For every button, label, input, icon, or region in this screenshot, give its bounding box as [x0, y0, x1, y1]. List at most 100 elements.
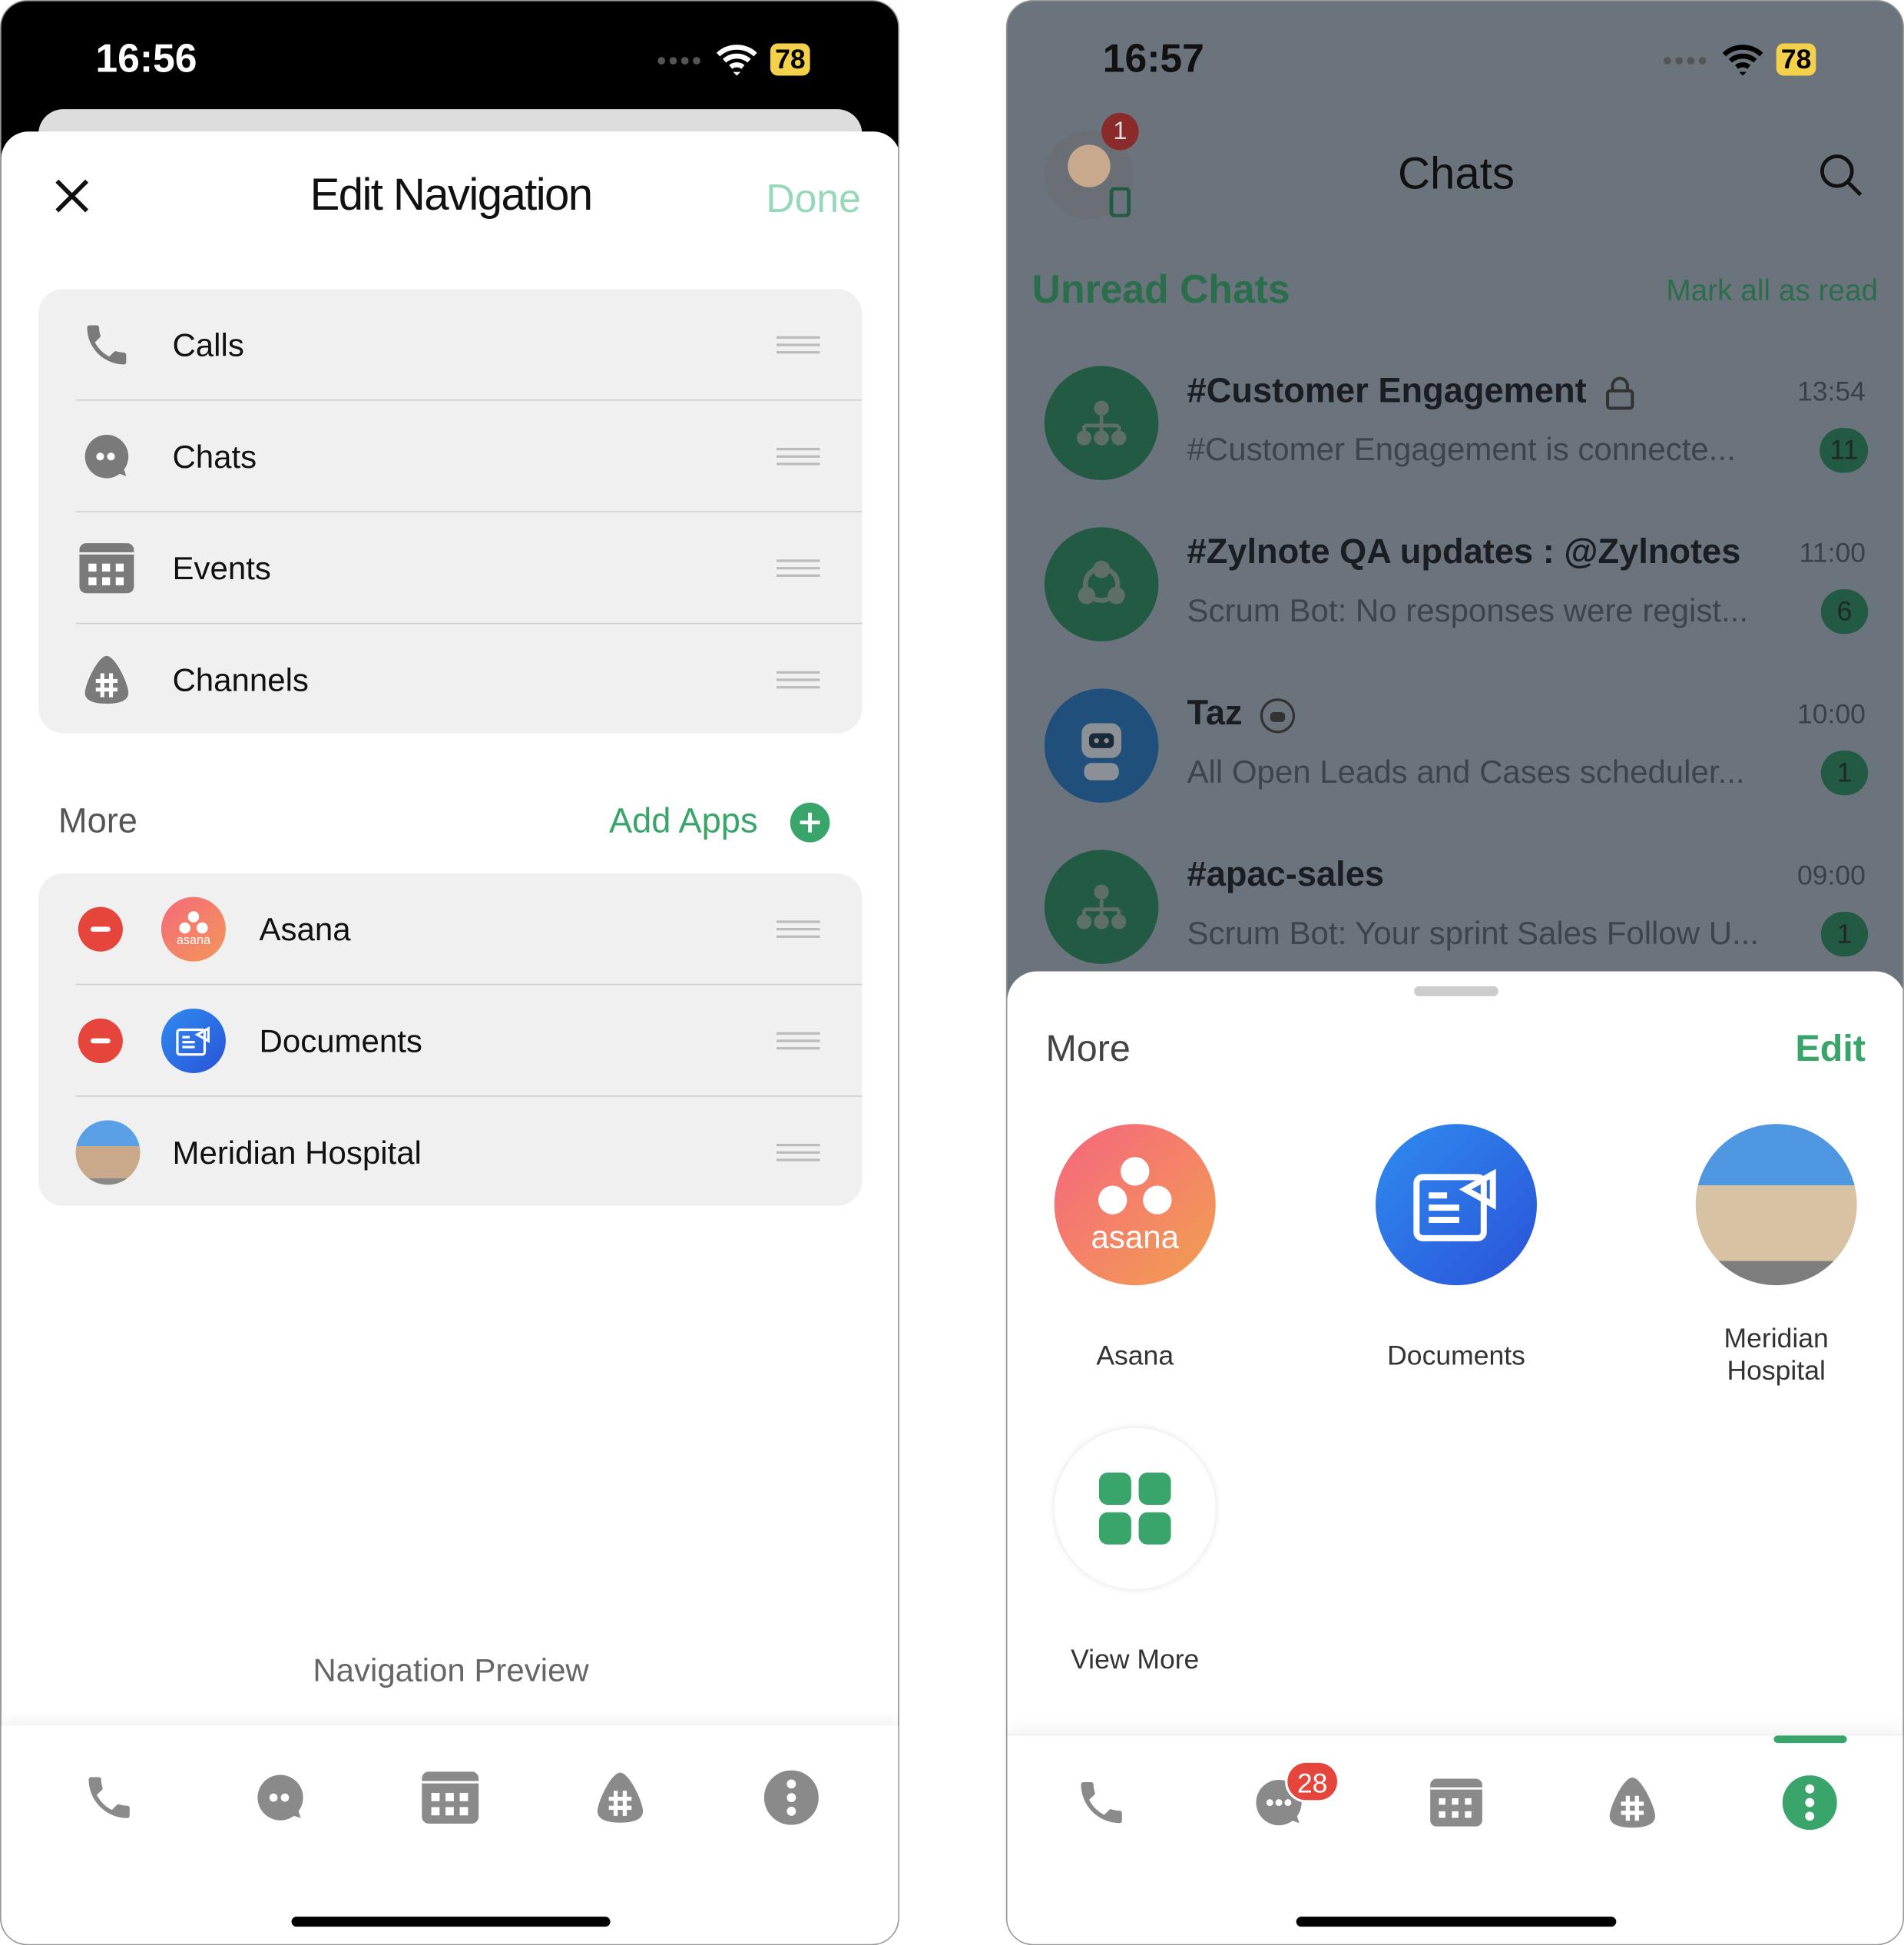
- phone-icon: [87, 325, 127, 365]
- nav-item-calls[interactable]: Calls: [38, 289, 863, 401]
- nav-item-events[interactable]: Events: [38, 512, 863, 625]
- meridian-hospital-logo: [1695, 1124, 1857, 1286]
- app-meridian-hospital[interactable]: Meridian Hospital: [1652, 1124, 1900, 1387]
- more-item-meridian-hospital[interactable]: Meridian Hospital: [38, 1097, 862, 1208]
- more-vertical-icon: [763, 1770, 819, 1825]
- search-icon[interactable]: [1819, 153, 1863, 197]
- calendar-icon: [79, 543, 134, 594]
- remove-icon[interactable]: [78, 906, 123, 952]
- active-tab-indicator: [1773, 1735, 1847, 1744]
- nav-item-label: Channels: [172, 660, 309, 698]
- status-time: 16:56: [95, 35, 197, 81]
- more-item-documents[interactable]: Documents: [38, 985, 863, 1097]
- phone-icon: [88, 1777, 130, 1818]
- asana-logo: asana: [161, 896, 226, 962]
- tab-bar: 28: [1007, 1734, 1903, 1944]
- asana-logo: asana: [1054, 1124, 1216, 1286]
- preview-tab-more: [754, 1761, 829, 1835]
- channel-hash-icon: [597, 1772, 644, 1823]
- add-circle-icon[interactable]: [790, 802, 830, 843]
- org-icon: [1044, 850, 1159, 964]
- drag-handle-icon[interactable]: [776, 920, 820, 938]
- app-asana[interactable]: asana Asana: [1011, 1124, 1259, 1372]
- remove-icon[interactable]: [78, 1018, 123, 1064]
- preview-tab-bar: [1, 1725, 899, 1944]
- wifi-icon: [1722, 45, 1763, 76]
- unread-badge: 1: [1820, 912, 1869, 957]
- edit-navigation-sheet: Edit Navigation Done Calls Chats Events …: [1, 131, 899, 1944]
- chat-title: #apac-sales: [1187, 854, 1385, 893]
- app-label: Meridian Hospital: [1724, 1322, 1829, 1386]
- chat-time: 11:00: [1799, 537, 1866, 568]
- chat-icon: [84, 435, 129, 479]
- meridian-hospital-logo: [75, 1120, 141, 1185]
- chat-title: Taz: [1187, 693, 1243, 732]
- chats-unread-badge: 28: [1285, 1760, 1340, 1803]
- more-section-label: More: [58, 801, 137, 840]
- chat-preview: All Open Leads and Cases scheduler...: [1187, 753, 1745, 790]
- grid-icon: [1054, 1427, 1216, 1589]
- edit-button[interactable]: Edit: [1795, 1029, 1866, 1071]
- documents-logo: [1376, 1124, 1537, 1286]
- unread-badge: 11: [1820, 428, 1869, 473]
- unread-chats-heading: Unread Chats: [1031, 267, 1290, 312]
- unread-badge: 1: [1820, 750, 1869, 796]
- home-indicator: [291, 1917, 611, 1927]
- preview-tab-calls: [72, 1761, 147, 1835]
- chat-time: 09:00: [1797, 860, 1866, 891]
- app-label: Asana: [1096, 1340, 1174, 1371]
- channel-hash-icon: [1609, 1778, 1655, 1828]
- mark-all-read-button[interactable]: Mark all as read: [1666, 274, 1878, 309]
- chat-row[interactable]: #Zylnote QA updates : @Zylnotes 11:00 Sc…: [1007, 527, 1902, 688]
- nav-item-label: Events: [172, 548, 271, 587]
- unread-badge: 6: [1820, 589, 1869, 635]
- app-label: View More: [1071, 1643, 1200, 1675]
- nav-item-channels[interactable]: Channels: [38, 624, 862, 735]
- more-apps-list: asana Asana Documents Meridian Hospital: [38, 873, 863, 1208]
- chats-screen: 16:57 ●●●● 78 1 Chats Unread Chats Mark …: [1005, 0, 1904, 1945]
- preview-tab-events: [413, 1761, 488, 1835]
- more-item-asana[interactable]: asana Asana: [38, 873, 863, 986]
- edit-navigation-screen: 16:56 ●●●● 78 Edit Navigation Done Calls…: [0, 0, 899, 1945]
- chat-preview: #Customer Engagement is connecte...: [1187, 430, 1736, 468]
- org-icon: [1044, 366, 1159, 481]
- bot-badge-icon: [1260, 698, 1296, 734]
- asana-wordmark: asana: [1091, 1218, 1179, 1256]
- drag-handle-icon[interactable]: [776, 336, 820, 354]
- drag-handle-icon[interactable]: [776, 1032, 820, 1050]
- chat-row[interactable]: Taz 10:00 All Open Leads and Cases sched…: [1007, 688, 1902, 850]
- drag-handle-icon[interactable]: [776, 559, 820, 577]
- calendar-icon: [1430, 1778, 1482, 1827]
- drag-handle-icon[interactable]: [776, 671, 820, 689]
- more-item-label: Documents: [259, 1021, 422, 1059]
- chat-time: 13:54: [1797, 376, 1866, 407]
- tab-more[interactable]: [1773, 1765, 1847, 1840]
- more-bottom-sheet: More Edit asana Asana Documents Meridian…: [1007, 971, 1903, 1944]
- tab-events[interactable]: [1419, 1765, 1494, 1840]
- sheet-drag-handle[interactable]: [1414, 986, 1498, 996]
- nav-item-chats[interactable]: Chats: [38, 401, 863, 512]
- app-documents[interactable]: Documents: [1333, 1124, 1581, 1372]
- more-sheet-title: More: [1045, 1028, 1131, 1070]
- calendar-icon: [422, 1771, 479, 1824]
- done-button[interactable]: Done: [766, 176, 861, 222]
- app-view-more[interactable]: View More: [1011, 1427, 1259, 1676]
- add-apps-button[interactable]: Add Apps: [609, 801, 758, 841]
- share-network-icon: [1044, 527, 1159, 641]
- drag-handle-icon[interactable]: [776, 448, 820, 466]
- tab-calls[interactable]: [1065, 1765, 1139, 1840]
- chat-title: #Zylnote QA updates : @Zylnotes: [1187, 532, 1741, 571]
- avatar-notification-badge: 1: [1101, 112, 1139, 151]
- chat-preview: Scrum Bot: No responses were regist...: [1187, 591, 1749, 629]
- bot-avatar: [1044, 688, 1159, 803]
- navigation-preview-label: Navigation Preview: [313, 1651, 589, 1689]
- drag-handle-icon[interactable]: [776, 1144, 820, 1161]
- nav-items-list: Calls Chats Events Channels: [38, 289, 863, 735]
- preview-tab-chats: [243, 1761, 318, 1835]
- more-vertical-icon: [1782, 1775, 1837, 1831]
- battery-level: 78: [1776, 43, 1816, 76]
- tab-channels[interactable]: [1595, 1765, 1670, 1840]
- lock-icon: [1606, 376, 1634, 410]
- page-title: Edit Navigation: [310, 168, 593, 220]
- chat-row[interactable]: #Customer Engagement 13:54 #Customer Eng…: [1007, 366, 1902, 527]
